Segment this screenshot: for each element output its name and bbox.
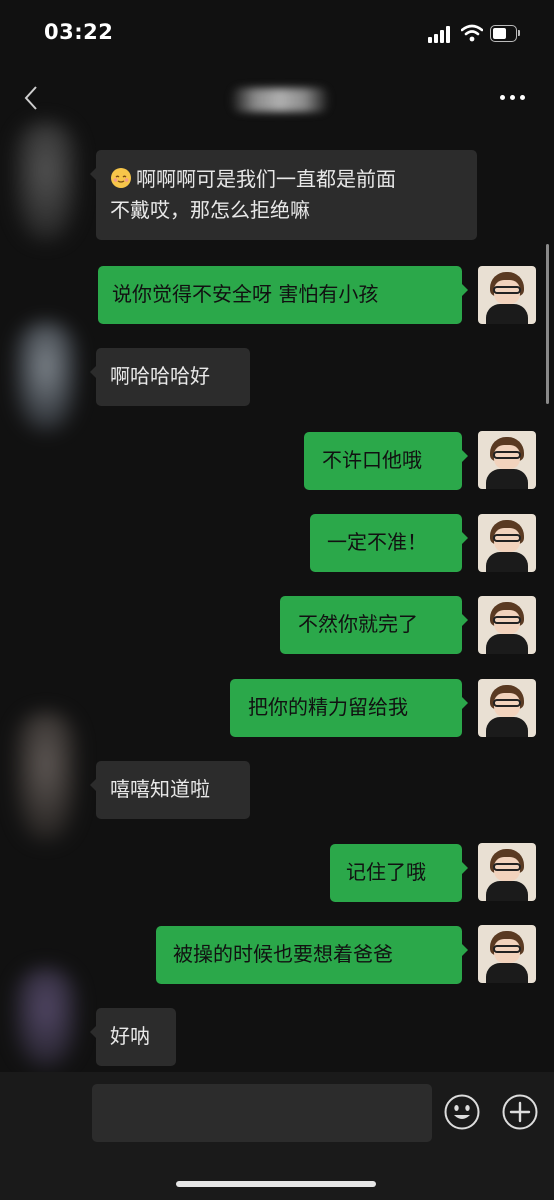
message-text: 不许口他哦 xyxy=(322,448,422,472)
message-bubble-outgoing[interactable]: 被操的时候也要想着爸爸 xyxy=(156,926,468,984)
user-avatar[interactable] xyxy=(478,843,536,901)
user-avatar[interactable] xyxy=(478,431,536,489)
smiling-face-icon xyxy=(111,168,131,188)
home-indicator[interactable] xyxy=(176,1181,376,1187)
message-text: 不然你就完了 xyxy=(298,612,418,636)
signal-icon xyxy=(428,25,454,43)
contact-avatar[interactable] xyxy=(14,122,78,242)
message-bubble-incoming[interactable]: 好呐 xyxy=(90,1008,176,1066)
status-bar: 03:22 xyxy=(0,0,554,70)
emoji-icon[interactable] xyxy=(443,1093,481,1131)
message-text: 嘻嘻知道啦 xyxy=(110,777,210,801)
more-options-icon[interactable] xyxy=(500,95,528,103)
message-bubble-outgoing[interactable]: 一定不准！ xyxy=(310,514,468,572)
message-bubble-outgoing[interactable]: 记住了哦 xyxy=(330,844,468,902)
back-arrow-icon[interactable] xyxy=(22,84,40,112)
message-text: 不戴哎，那怎么拒绝嘛 xyxy=(110,198,310,222)
user-avatar[interactable] xyxy=(478,679,536,737)
message-text: 一定不准！ xyxy=(327,530,427,554)
user-avatar[interactable] xyxy=(478,925,536,983)
message-text: 把你的精力留给我 xyxy=(248,695,408,719)
message-bubble-outgoing[interactable]: 不许口他哦 xyxy=(304,432,468,490)
nav-bar xyxy=(0,70,554,130)
message-text: 好呐 xyxy=(110,1024,150,1048)
message-text: 记住了哦 xyxy=(346,860,426,884)
message-text: 啊啊啊可是我们一直都是前面 xyxy=(136,167,396,191)
user-avatar[interactable] xyxy=(478,596,536,654)
message-bubble-incoming[interactable]: 嘻嘻知道啦 xyxy=(90,761,250,819)
message-bubble-incoming[interactable]: 啊哈哈哈好 xyxy=(90,348,250,406)
contact-name xyxy=(230,88,330,112)
message-bubble-outgoing[interactable]: 说你觉得不安全呀 害怕有小孩 xyxy=(98,266,468,324)
message-bubble-incoming[interactable]: 啊啊啊可是我们一直都是前面 不戴哎，那怎么拒绝嘛 xyxy=(90,150,477,240)
message-bubble-outgoing[interactable]: 不然你就完了 xyxy=(280,596,468,654)
status-time: 03:22 xyxy=(44,20,114,44)
wifi-icon xyxy=(461,24,483,42)
message-bubble-outgoing[interactable]: 把你的精力留给我 xyxy=(230,679,468,737)
user-avatar[interactable] xyxy=(478,266,536,324)
user-avatar[interactable] xyxy=(478,514,536,572)
message-input[interactable] xyxy=(92,1084,432,1142)
message-text: 啊哈哈哈好 xyxy=(110,364,210,388)
contact-avatar[interactable] xyxy=(14,712,78,842)
contact-avatar[interactable] xyxy=(14,322,78,432)
message-text: 被操的时候也要想着爸爸 xyxy=(173,942,393,966)
scrollbar[interactable] xyxy=(546,244,549,404)
contact-avatar[interactable] xyxy=(14,968,78,1068)
plus-icon[interactable] xyxy=(501,1093,539,1131)
battery-icon xyxy=(490,25,520,42)
message-text: 说你觉得不安全呀 害怕有小孩 xyxy=(112,282,379,306)
